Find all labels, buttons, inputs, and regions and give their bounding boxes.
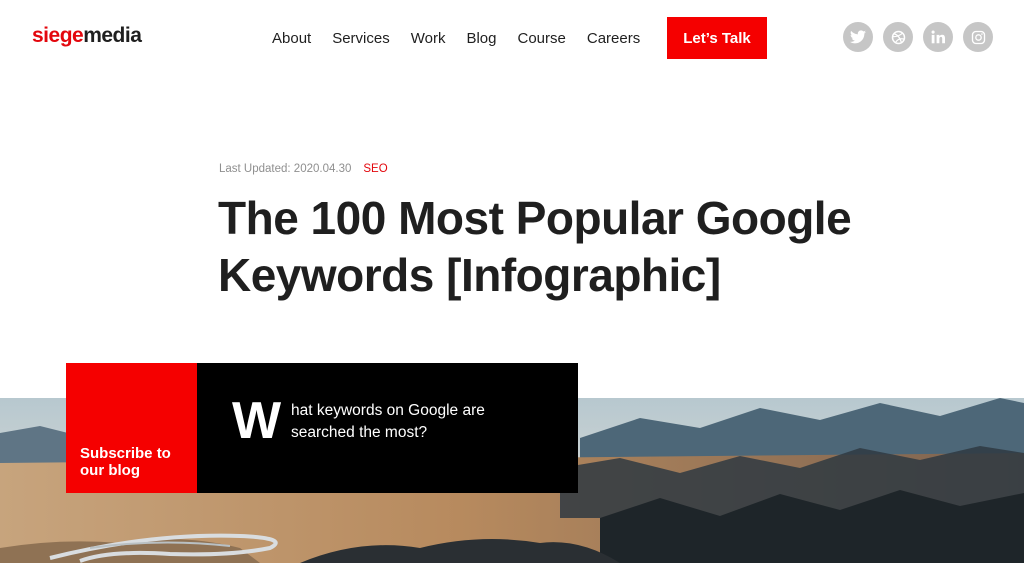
nav-work[interactable]: Work (411, 29, 446, 49)
category-link-seo[interactable]: SEO (363, 163, 387, 175)
article-title: The 100 Most Popular Google Keywords [In… (218, 192, 852, 301)
subscribe-to-blog-button[interactable]: Subscribe to our blog (66, 363, 197, 493)
linkedin-icon[interactable] (923, 22, 953, 52)
dribbble-icon[interactable] (883, 22, 913, 52)
intro-text: hat keywords on Google are searched the … (291, 402, 485, 441)
intro-box: W hat keywords on Google are searched th… (197, 363, 578, 493)
twitter-icon[interactable] (843, 22, 873, 52)
instagram-icon[interactable] (963, 22, 993, 52)
subscribe-label: Subscribe to our blog (80, 445, 171, 479)
siegemedia-logo[interactable]: siegemedia (32, 24, 142, 48)
last-updated: Last Updated: 2020.04.30 (219, 163, 352, 175)
nav-about[interactable]: About (272, 29, 311, 49)
intro-dropcap: W (232, 392, 282, 450)
lets-talk-button[interactable]: Let’s Talk (667, 17, 767, 59)
nav-services[interactable]: Services (332, 29, 390, 49)
logo-part-media: media (83, 24, 142, 47)
nav-course[interactable]: Course (518, 29, 566, 49)
nav-careers[interactable]: Careers (587, 29, 640, 49)
article-meta: Last Updated: 2020.04.30 SEO (219, 163, 388, 175)
nav-blog[interactable]: Blog (466, 29, 496, 49)
main-nav: About Services Work Blog Course Careers (272, 29, 661, 49)
logo-part-siege: siege (32, 24, 84, 47)
social-links (843, 22, 993, 52)
